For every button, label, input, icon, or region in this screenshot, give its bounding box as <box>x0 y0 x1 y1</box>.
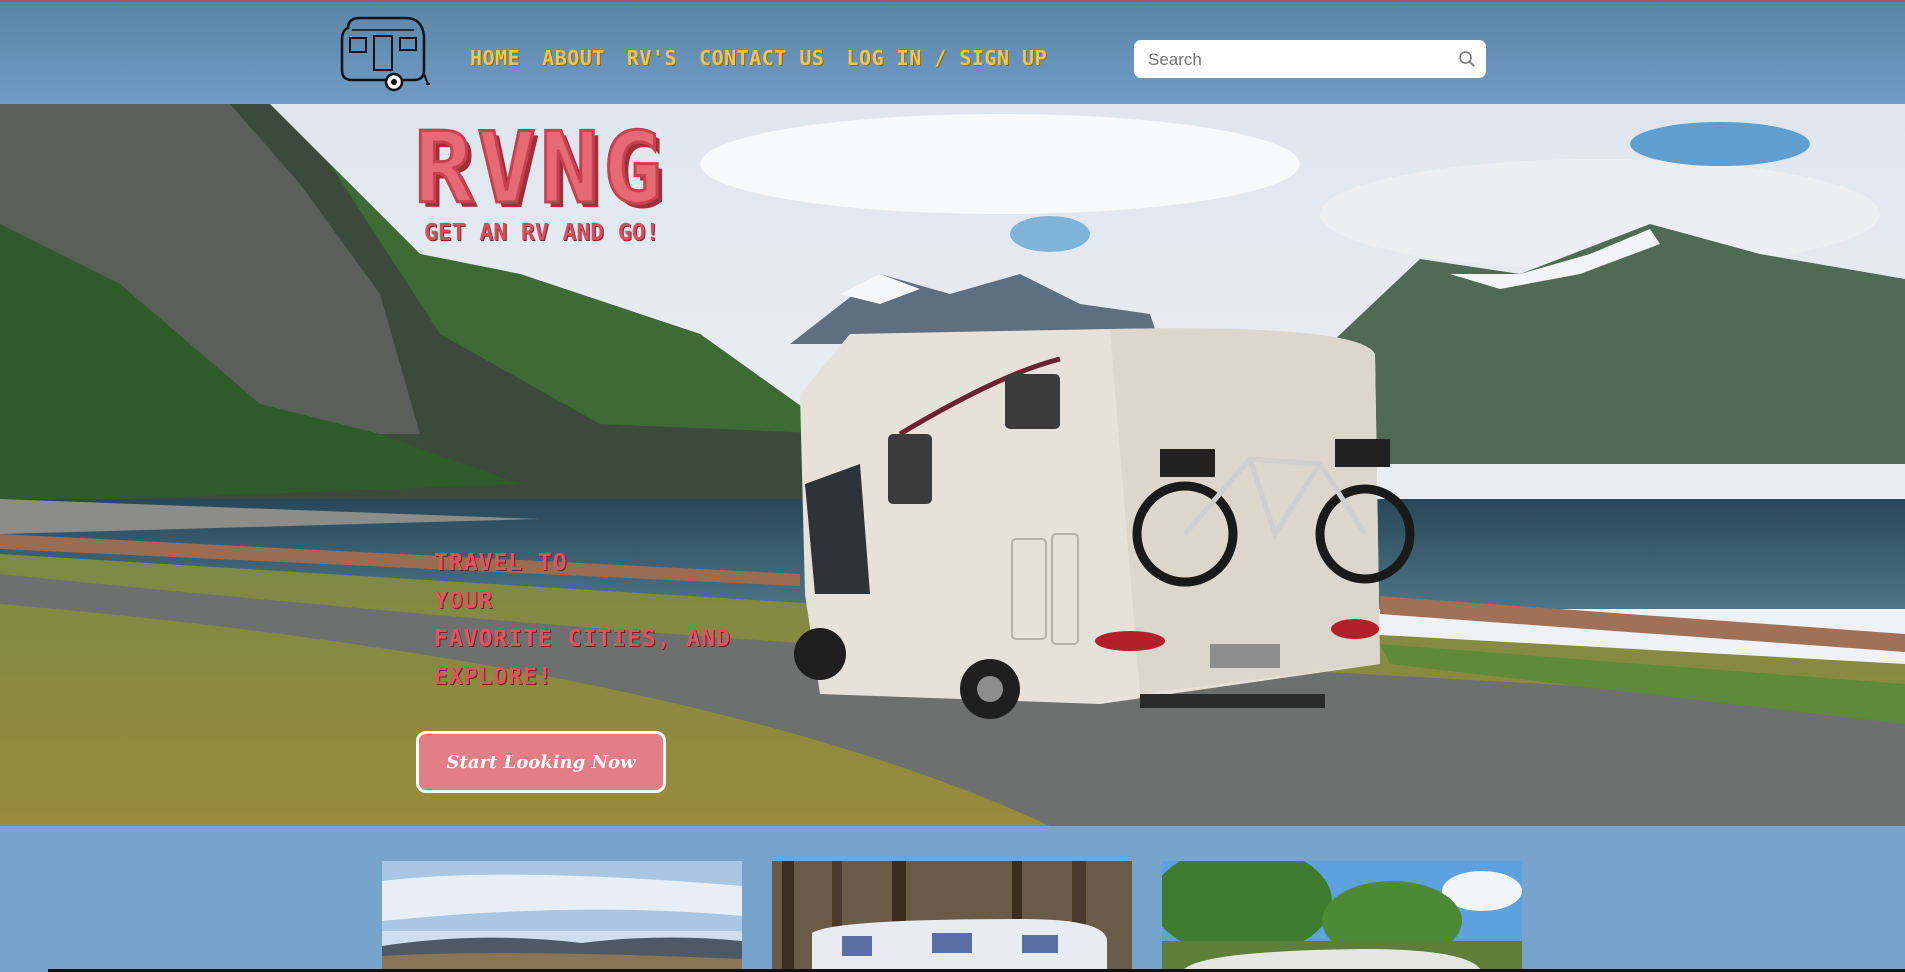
hero-banner: RVNG GET AN RV AND GO! TRAVEL TO YOUR FA… <box>0 104 1905 826</box>
main-nav: HOME ABOUT RV'S CONTACT US LOG IN / SIGN… <box>470 46 1047 70</box>
nav-about[interactable]: ABOUT <box>542 46 605 70</box>
nav-login-signup[interactable]: LOG IN / SIGN UP <box>846 46 1047 70</box>
nav-rvs[interactable]: RV'S <box>627 46 677 70</box>
hero-message-line: YOUR <box>434 588 494 614</box>
search-box <box>1134 40 1486 80</box>
search-icon[interactable] <box>1458 50 1476 68</box>
nav-contact-us[interactable]: CONTACT US <box>699 46 824 70</box>
hero-message: TRAVEL TO YOUR FAVORITE CITIES, AND EXPL… <box>434 544 764 696</box>
hero-background-photo <box>0 104 1905 826</box>
brand-tagline: GET AN RV AND GO! <box>424 220 660 246</box>
landscape-hills-photo[interactable] <box>382 861 742 972</box>
camper-trailer-icon[interactable] <box>334 12 430 96</box>
search-input[interactable] <box>1146 40 1450 80</box>
site-header: HOME ABOUT RV'S CONTACT US LOG IN / SIGN… <box>0 0 1905 104</box>
hero-message-line: TRAVEL TO <box>434 550 568 576</box>
rv-motorhome <box>794 328 1415 719</box>
hero-message-line: FAVORITE CITIES, AND <box>434 626 731 652</box>
brand-title: RVNG <box>412 111 667 228</box>
start-looking-button[interactable]: Start Looking Now <box>416 731 666 793</box>
nav-home[interactable]: HOME <box>470 46 520 70</box>
camper-in-forest-photo[interactable] <box>772 861 1132 972</box>
hero-message-line: EXPLORE! <box>434 664 553 690</box>
trailer-under-trees-photo[interactable] <box>1162 861 1522 972</box>
